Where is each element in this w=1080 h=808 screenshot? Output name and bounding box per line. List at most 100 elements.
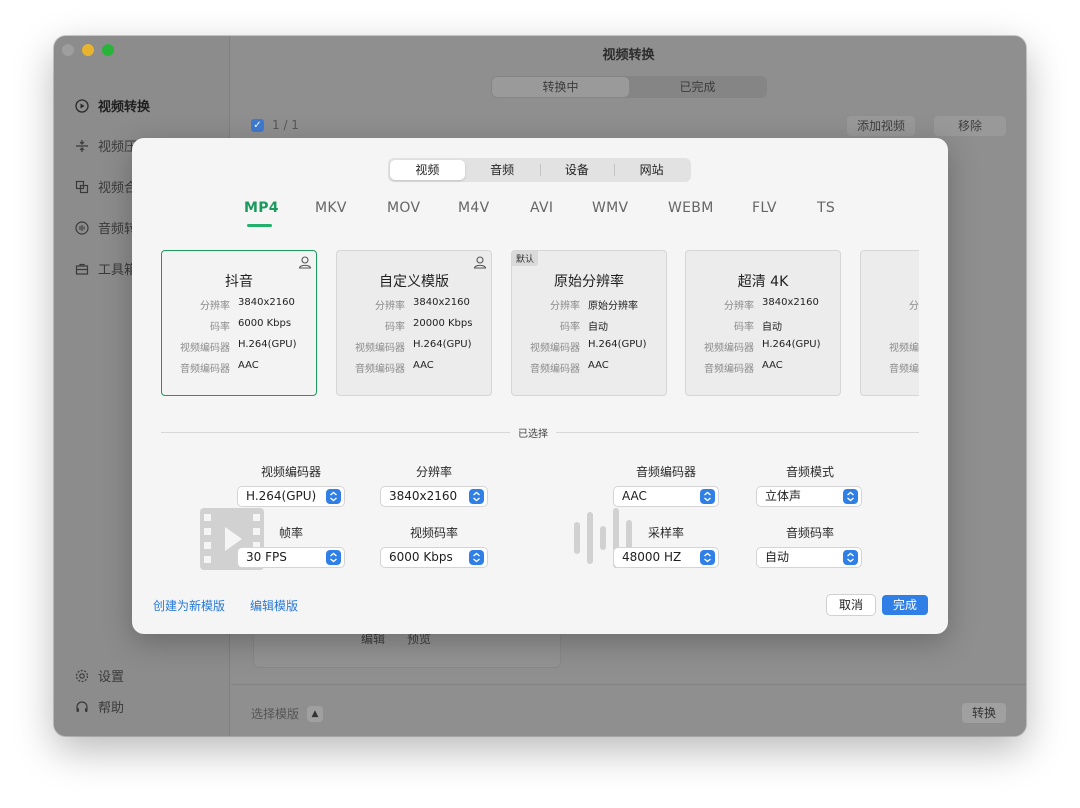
- chevron-updown-icon: [700, 489, 715, 504]
- row-value: 20000 Kbps: [413, 318, 473, 329]
- audio-mode-select[interactable]: 立体声: [757, 487, 861, 506]
- zoom-button[interactable]: [102, 44, 114, 56]
- preset-title: 超清 4K: [737, 274, 789, 290]
- format-webm[interactable]: WEBM: [668, 200, 714, 216]
- samplerate-select[interactable]: 48000 HZ: [614, 548, 718, 567]
- sidebar-item-toolbox[interactable]: 工具箱: [74, 259, 137, 278]
- template-selector[interactable]: 选择模版 ▲: [251, 705, 324, 722]
- sidebar-item-label: 设置: [98, 670, 125, 685]
- resolution-select[interactable]: 3840x2160: [381, 487, 487, 506]
- row-key: 视频编码: [889, 343, 919, 354]
- row-value: AAC: [238, 360, 259, 371]
- tab-completed[interactable]: 已完成: [629, 77, 766, 97]
- tab-audio[interactable]: 音频: [465, 160, 540, 180]
- minimize-button[interactable]: [82, 44, 94, 56]
- row-value: 3840x2160: [762, 297, 819, 308]
- video-encoder-select[interactable]: H.264(GPU): [238, 487, 344, 506]
- framerate-label: 帧率: [278, 526, 303, 540]
- format-wmv[interactable]: WMV: [592, 200, 628, 216]
- format-flv[interactable]: FLV: [752, 200, 777, 216]
- row-value: AAC: [588, 360, 609, 371]
- row-value: H.264(GPU): [238, 339, 297, 350]
- row-value: 原始分辨率: [588, 301, 638, 312]
- audio-encoder-label: 音频编码器: [635, 465, 696, 479]
- add-video-button[interactable]: 添加视频: [847, 116, 916, 136]
- chevron-updown-icon: [700, 550, 715, 565]
- sidebar-item-video-convert[interactable]: 视频转换: [74, 96, 150, 115]
- convert-button[interactable]: 转换: [961, 703, 1006, 723]
- row-value: H.264(GPU): [762, 339, 821, 350]
- tab-website[interactable]: 网站: [614, 160, 689, 180]
- format-mov[interactable]: MOV: [387, 200, 420, 216]
- format-mp4[interactable]: MP4: [244, 200, 279, 216]
- tab-device[interactable]: 设备: [539, 160, 615, 180]
- cancel-button[interactable]: 取消: [827, 595, 875, 615]
- tab-converting[interactable]: 转换中: [492, 77, 629, 97]
- row-key: 码率: [734, 322, 754, 333]
- preset-title: 原始分辨率: [554, 274, 624, 290]
- window-title: 视频转换: [602, 48, 655, 63]
- preset-card-partial[interactable]: 超 分辨 码 视频编码 音频编码: [860, 250, 919, 396]
- sidebar-item-label: 视频转换: [98, 100, 151, 115]
- select-all-checkbox[interactable]: ✓: [251, 118, 264, 132]
- row-key: 码率: [560, 322, 580, 333]
- done-button[interactable]: 完成: [882, 595, 928, 615]
- preset-title: 超: [861, 271, 919, 291]
- resolution-value: 3840x2160: [389, 489, 458, 503]
- row-value: AAC: [762, 360, 783, 371]
- default-badge: 默认: [512, 251, 539, 266]
- format-ts[interactable]: TS: [817, 200, 835, 216]
- row-key: 视频编码器: [530, 343, 580, 354]
- audio-bitrate-select[interactable]: 自动: [757, 548, 861, 567]
- video-bitrate-label: 视频码率: [409, 526, 458, 540]
- help-icon: [74, 699, 90, 715]
- sidebar-item-video-merge[interactable]: 视频合: [74, 177, 137, 196]
- gear-icon: [74, 668, 90, 684]
- sidebar-item-label: 帮助: [98, 701, 125, 716]
- row-key: 视频编码器: [355, 343, 405, 354]
- audio-encoder-value: AAC: [622, 489, 647, 503]
- preset-card-custom[interactable]: 自定义模版 分辨率 3840x2160 码率 20000 Kbps 视频编码器 H.2…: [336, 250, 492, 396]
- preset-title: 自定义模版: [379, 274, 449, 290]
- chevron-up-icon[interactable]: ▲: [307, 705, 324, 722]
- chevron-updown-icon: [326, 550, 341, 565]
- row-key: 音频编码: [889, 364, 919, 375]
- sidebar-item-audio-convert[interactable]: 音频转: [74, 218, 137, 237]
- framerate-select[interactable]: 30 FPS: [238, 548, 344, 567]
- sidebar-item-video-compress[interactable]: 视频压: [74, 136, 137, 155]
- window-controls: [62, 44, 114, 56]
- row-value: 3840x2160: [238, 297, 295, 308]
- video-bitrate-select[interactable]: 6000 Kbps: [381, 548, 487, 567]
- samplerate-value: 48000 HZ: [622, 550, 682, 564]
- audio-encoder-select[interactable]: AAC: [614, 487, 718, 506]
- chevron-updown-icon: [843, 489, 858, 504]
- create-template-link[interactable]: 创建为新模版: [153, 597, 225, 614]
- preset-card-original[interactable]: 默认 原始分辨率 分辨率 原始分辨率 码率 自动 视频编码器 H.264(GPU) 音…: [511, 250, 667, 396]
- format-avi[interactable]: AVI: [530, 200, 553, 216]
- framerate-value: 30 FPS: [246, 550, 287, 564]
- select-count: 1 / 1: [272, 118, 299, 132]
- row-value: 自动: [588, 322, 608, 333]
- format-mkv[interactable]: MKV: [315, 200, 347, 216]
- row-value: AAC: [413, 360, 434, 371]
- user-icon: [298, 254, 312, 269]
- close-button[interactable]: [62, 44, 74, 56]
- tab-video[interactable]: 视频: [390, 160, 465, 180]
- format-dialog: 视频 音频 设备 网站 MP4 MKV MOV M4V AVI WMV WEBM…: [132, 138, 948, 634]
- edit-template-link[interactable]: 编辑模版: [250, 597, 298, 614]
- row-key: 音频编码器: [530, 364, 580, 375]
- row-value: 6000 Kbps: [238, 318, 292, 329]
- row-key: 分辨率: [550, 301, 580, 312]
- row-key: 码率: [210, 322, 230, 333]
- format-m4v[interactable]: M4V: [458, 200, 489, 216]
- sidebar-settings[interactable]: 设置: [74, 666, 124, 685]
- preset-card-4k[interactable]: 超清 4K 分辨率 3840x2160 码率 自动 视频编码器 H.264(GPU) …: [685, 250, 841, 396]
- preset-card-douyin[interactable]: 抖音 分辨率 3840x2160 码率 6000 Kbps 视频编码器 H.264(G…: [161, 250, 317, 396]
- row-key: 码率: [385, 322, 405, 333]
- remove-button[interactable]: 移除: [934, 116, 1006, 136]
- selected-label: 已选择: [510, 425, 556, 440]
- video-bitrate-value: 6000 Kbps: [389, 550, 453, 564]
- row-value: 自动: [762, 322, 782, 333]
- sidebar-help[interactable]: 帮助: [74, 697, 124, 716]
- audio-mode-label: 音频模式: [785, 465, 834, 479]
